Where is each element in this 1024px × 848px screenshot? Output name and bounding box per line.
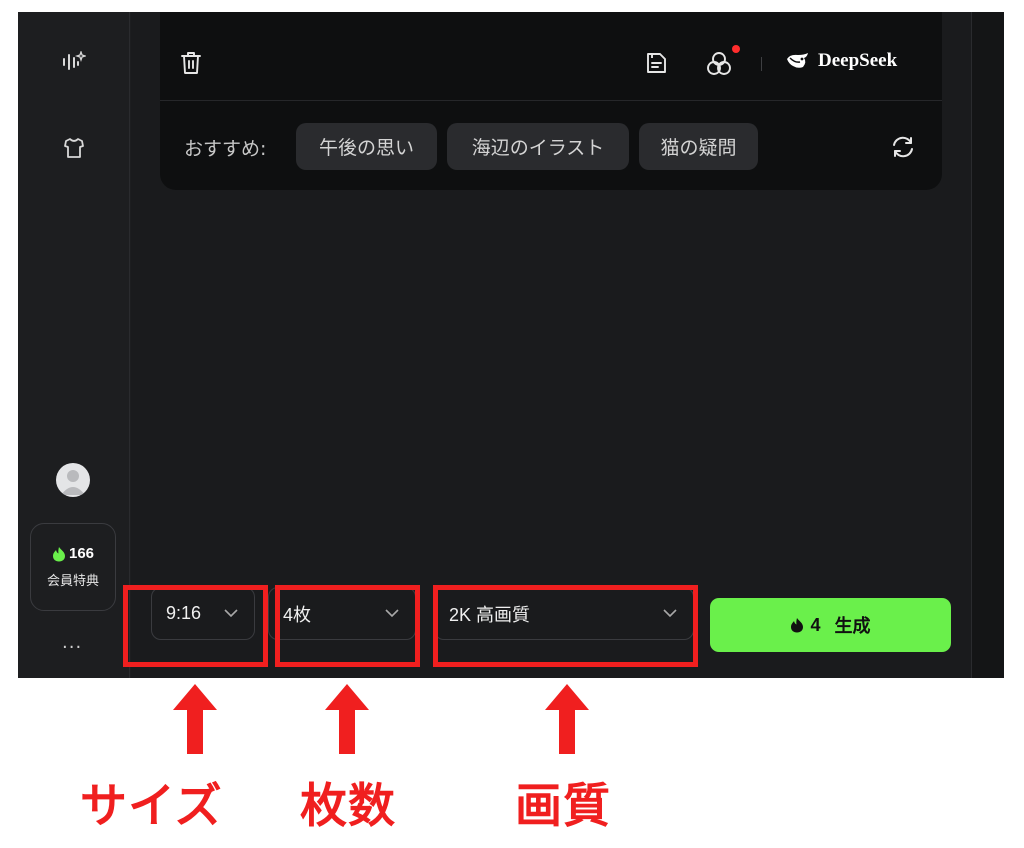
deepseek-logo-icon xyxy=(787,53,808,68)
recommend-chip[interactable]: 海辺のイラスト xyxy=(447,123,629,170)
member-benefits-label: 会員特典 xyxy=(46,574,99,589)
waveform-sparkle-icon[interactable] xyxy=(54,42,94,82)
card-divider xyxy=(160,100,942,101)
divider xyxy=(761,57,762,71)
points-value: 166 xyxy=(68,545,95,562)
arrow-up-icon xyxy=(173,684,217,754)
points-balance: 166 xyxy=(52,545,94,562)
more-icon[interactable]: ... xyxy=(62,632,82,653)
recommend-label: おすすめ: xyxy=(184,138,267,160)
app-window: 166 会員特典 ... DeepSeek おすすめ: 午後の思い 海辺のイラス… xyxy=(18,12,1004,678)
notification-dot xyxy=(732,45,740,53)
sidebar: 166 会員特典 ... xyxy=(18,12,130,678)
shirt-icon[interactable] xyxy=(54,128,94,168)
count-annotation: 枚数 xyxy=(300,779,396,834)
styles-icon[interactable] xyxy=(705,50,733,78)
size-annotation: サイズ xyxy=(80,779,223,834)
generate-cost: 4 xyxy=(810,614,821,635)
main-area: DeepSeek おすすめ: 午後の思い 海辺のイラスト 猫の疑問 xyxy=(131,12,971,678)
right-panel-edge xyxy=(971,12,1004,678)
save-icon[interactable] xyxy=(643,50,669,76)
recommend-chip[interactable]: 午後の思い xyxy=(296,123,437,170)
avatar[interactable] xyxy=(56,463,90,497)
generate-button[interactable]: 4 生成 xyxy=(710,598,951,652)
highlight-count-box xyxy=(275,585,420,667)
highlight-size-box xyxy=(123,585,268,667)
highlight-quality-box xyxy=(433,585,698,667)
brand-name: DeepSeek xyxy=(818,50,898,71)
arrow-up-icon xyxy=(325,684,369,754)
trash-icon[interactable] xyxy=(178,50,204,76)
generate-label: 生成 xyxy=(834,616,871,636)
recommend-chip[interactable]: 猫の疑問 xyxy=(639,123,758,170)
arrow-up-icon xyxy=(545,684,589,754)
flame-icon xyxy=(791,618,804,633)
prompt-card: DeepSeek おすすめ: 午後の思い 海辺のイラスト 猫の疑問 xyxy=(160,12,942,190)
points-card[interactable]: 166 会員特典 xyxy=(30,523,116,611)
deepseek-logo[interactable]: DeepSeek xyxy=(786,50,897,72)
flame-icon xyxy=(52,546,65,561)
quality-annotation: 画質 xyxy=(515,779,611,834)
refresh-icon[interactable] xyxy=(889,133,917,161)
